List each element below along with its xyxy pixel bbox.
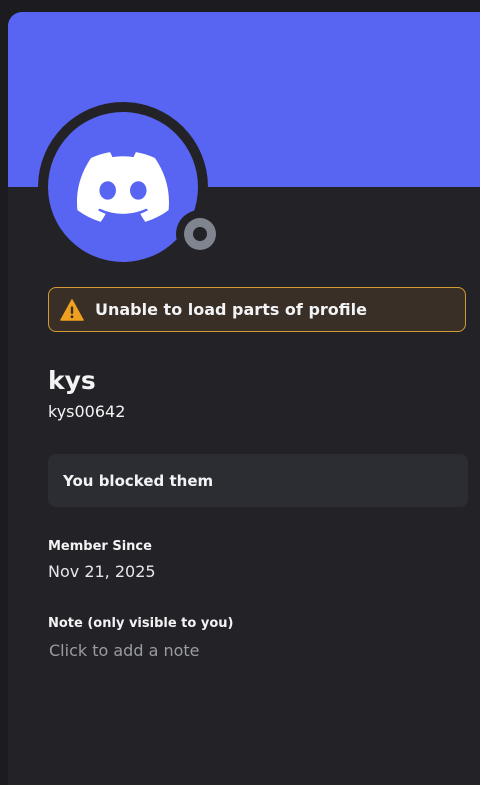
username[interactable]: kys00642	[48, 402, 125, 421]
member-since-date: Nov 21, 2025	[48, 562, 156, 581]
blocked-notice: You blocked them	[48, 454, 468, 507]
note-input[interactable]: Click to add a note	[49, 641, 459, 665]
profile-panel: Unable to load parts of profile kys kys0…	[8, 12, 480, 785]
member-since-label: Member Since	[48, 539, 152, 554]
warning-text: Unable to load parts of profile	[95, 300, 367, 319]
note-label: Note (only visible to you)	[48, 616, 234, 631]
profile-load-warning: Unable to load parts of profile	[48, 287, 466, 332]
avatar-frame	[38, 102, 224, 272]
avatar[interactable]	[48, 112, 198, 262]
status-indicator-frame	[176, 210, 224, 258]
offline-status-icon	[184, 218, 216, 250]
warning-triangle-icon	[60, 298, 84, 321]
discord-logo-icon	[77, 152, 169, 222]
display-name: kys	[48, 366, 96, 395]
blocked-notice-text: You blocked them	[63, 471, 214, 490]
